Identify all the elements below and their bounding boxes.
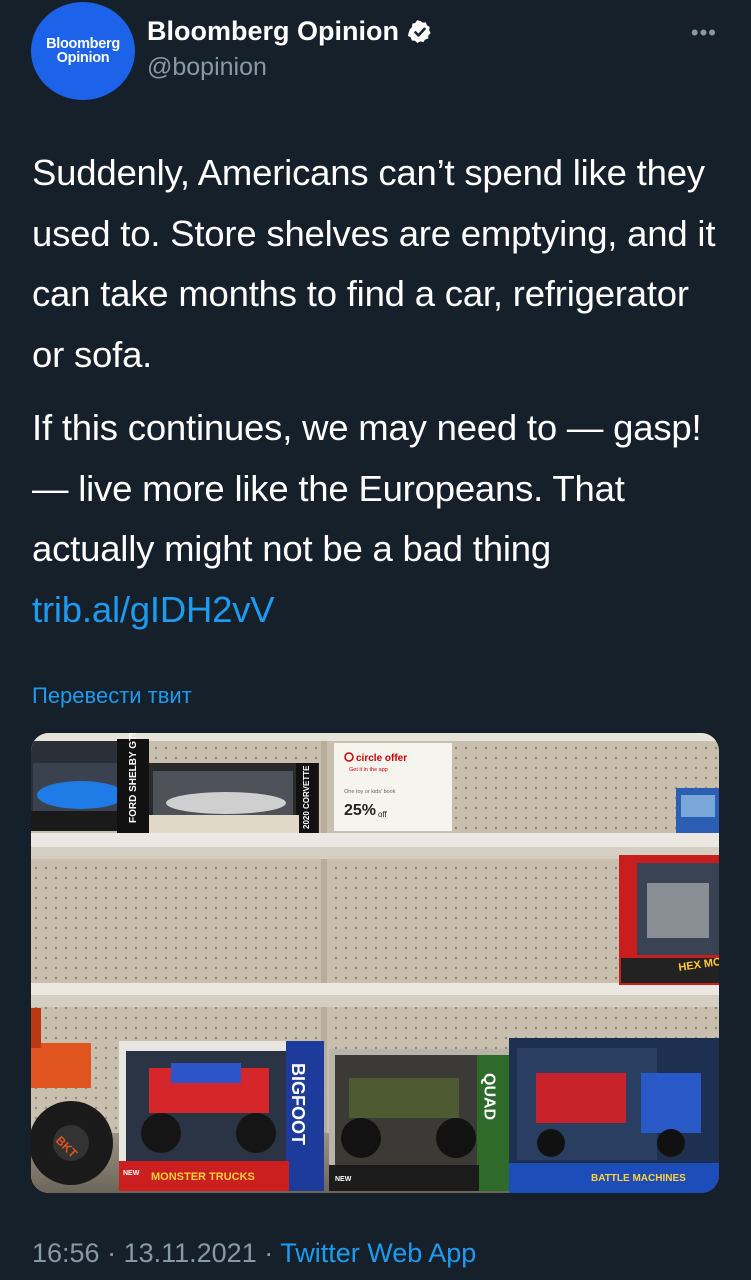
tag-desc: One toy or kids' book xyxy=(344,789,396,795)
box-label-bigfoot: BIGFOOT xyxy=(288,1063,308,1145)
shelf-1 xyxy=(31,833,719,847)
shelf-price-tag: circle offer Get it in the app One toy o… xyxy=(334,743,452,831)
shelf-2 xyxy=(31,983,719,995)
author-name[interactable]: Bloomberg Opinion xyxy=(147,16,399,47)
box-label-battle: BATTLE MACHINES xyxy=(591,1173,686,1184)
meta-separator-1: · xyxy=(99,1238,124,1268)
tweet-time[interactable]: 16:56 xyxy=(32,1238,100,1268)
tweet-text: Suddenly, Americans can’t spend like the… xyxy=(32,143,722,640)
avatar-text-line2: Opinion xyxy=(56,50,110,66)
box-label-monster: MONSTER TRUCKS xyxy=(151,1171,255,1183)
tag-percent: 25% xyxy=(344,802,376,819)
author-handle[interactable]: @bopinion xyxy=(147,53,267,82)
car-box-corvette: 2020 CORVETTE xyxy=(149,763,319,833)
more-options-icon[interactable]: ••• xyxy=(691,20,717,46)
quad-box: QUAD NEW xyxy=(329,1049,514,1191)
box-label-ford: FORD SHELBY GT500 xyxy=(128,733,139,823)
translate-tweet-link[interactable]: Перевести твит xyxy=(32,683,192,709)
box-label-new-1: NEW xyxy=(123,1170,140,1177)
verified-badge-icon xyxy=(407,19,431,43)
box-label-corvette: 2020 CORVETTE xyxy=(302,765,311,829)
tag-title: circle offer xyxy=(356,753,407,764)
tweet-paragraph-2-text: If this continues, we may need to — gasp… xyxy=(32,407,702,569)
tag-off: off xyxy=(378,810,388,819)
tweet-paragraph-2: If this continues, we may need to — gasp… xyxy=(32,398,722,640)
tweet-photo[interactable]: FORD SHELBY GT500 2020 CORVETTE circle o… xyxy=(31,733,719,1193)
hex-mods-box: HEX MODS xyxy=(619,855,719,985)
car-box-ford: FORD SHELBY GT500 xyxy=(117,733,149,833)
tweet-date[interactable]: 13.11.2021 xyxy=(124,1238,257,1268)
tag-sub: Get it in the app xyxy=(349,767,388,773)
monster-truck-box: BIGFOOT MONSTER TRUCKS NEW xyxy=(119,1041,324,1191)
car-box-small-blue xyxy=(676,788,719,833)
meta-separator-2: · xyxy=(256,1238,281,1268)
author-avatar[interactable]: Bloomberg Opinion xyxy=(31,2,135,100)
tweet-paragraph-1: Suddenly, Americans can’t spend like the… xyxy=(32,152,716,375)
store-shelves-photo: FORD SHELBY GT500 2020 CORVETTE circle o… xyxy=(31,733,719,1193)
tweet-source[interactable]: Twitter Web App xyxy=(280,1238,476,1268)
avatar-text-line1: Bloomberg xyxy=(46,36,120,52)
box-label-new-2: NEW xyxy=(335,1176,352,1183)
tweet-metadata: 16:56 · 13.11.2021 · Twitter Web App xyxy=(32,1238,476,1269)
author-name-row[interactable]: Bloomberg Opinion xyxy=(147,16,433,47)
tweet-link[interactable]: trib.al/gIDH2vV xyxy=(32,589,275,630)
box-label-quad: QUAD xyxy=(481,1073,498,1120)
battle-machines-box: BATTLE MACHINES xyxy=(509,1038,719,1193)
